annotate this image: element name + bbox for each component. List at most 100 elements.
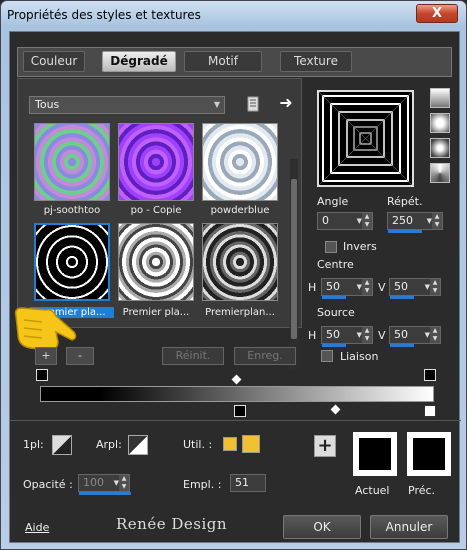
save-gradient-button[interactable]: Enreg. xyxy=(234,347,296,365)
spin-arrows-icon[interactable]: ▲ ▼ xyxy=(430,327,440,343)
current-color-box[interactable] xyxy=(353,432,397,476)
ok-button[interactable]: OK xyxy=(283,515,361,539)
midpoint-marker-bottom[interactable] xyxy=(330,404,341,415)
location-input[interactable]: 51 xyxy=(230,474,266,492)
gradient-preview xyxy=(317,90,414,187)
center-v-label: V xyxy=(378,281,386,294)
add-swatch-button[interactable]: + xyxy=(314,435,336,457)
thumbnail-pj-soothtoo[interactable] xyxy=(34,123,110,201)
window-title: Propriétés des styles et textures xyxy=(7,8,201,22)
location-value: 51 xyxy=(235,476,249,489)
util-label: Util. : xyxy=(183,438,213,451)
color-swatch[interactable] xyxy=(242,435,260,453)
thumbnail-premierplan-3[interactable] xyxy=(202,223,278,301)
scrollbar-thumb[interactable] xyxy=(291,179,297,339)
spin-arrows-icon[interactable]: ▲ ▼ xyxy=(432,213,442,229)
library-scrollbar[interactable] xyxy=(290,159,298,369)
source-v-input[interactable]: 50 ▼ ▲ ▼ xyxy=(389,326,441,347)
remove-stop-button[interactable]: - xyxy=(66,347,94,365)
link-checkbox[interactable] xyxy=(321,350,333,362)
source-v-value: 50 xyxy=(394,328,408,341)
arrow-right-icon[interactable]: ➜ xyxy=(277,94,295,112)
tab-texture[interactable]: Texture xyxy=(280,51,352,72)
thumbnail-powderblue[interactable] xyxy=(202,123,278,201)
opacity-level-bar xyxy=(79,492,131,495)
repeat-value: 250 xyxy=(392,214,413,227)
source-h-level-bar xyxy=(322,344,346,347)
gradient-stop-start[interactable] xyxy=(36,369,48,381)
close-button[interactable]: X xyxy=(416,4,458,23)
angle-input[interactable]: 0 ▼ ▲ ▼ xyxy=(317,212,373,230)
repeat-label: Répét. xyxy=(387,195,423,208)
spin-arrows-icon[interactable]: ▲ ▼ xyxy=(362,327,372,343)
spin-arrows-icon[interactable]: ▲ ▼ xyxy=(430,279,440,295)
tab-bar: Couleur Dégradé Motif Texture xyxy=(17,47,452,77)
cancel-button[interactable]: Annuler xyxy=(370,515,448,539)
tab-degrade[interactable]: Dégradé xyxy=(102,51,176,72)
center-h-label: H xyxy=(308,281,317,294)
tab-couleur[interactable]: Couleur xyxy=(23,51,85,72)
watermark-logo: Renée Design xyxy=(116,515,228,533)
back-plane-icon[interactable] xyxy=(128,435,148,455)
linear-style-icon[interactable] xyxy=(430,88,450,108)
thumbnail-premier-plan-2[interactable] xyxy=(118,223,194,301)
resource-manager-icon[interactable] xyxy=(246,96,260,112)
midpoint-marker-top[interactable] xyxy=(231,374,242,385)
color-swatch-small[interactable] xyxy=(223,437,237,451)
title-bar: Propriétés des styles et textures X xyxy=(1,1,466,31)
thumbnail-po-copie[interactable] xyxy=(118,123,194,201)
center-label: Centre xyxy=(317,258,354,271)
radial-style-icon[interactable] xyxy=(430,138,450,158)
category-dropdown-value: Tous xyxy=(35,98,60,111)
location-label: Empl. : xyxy=(183,478,222,491)
angle-value: 0 xyxy=(322,214,329,227)
gradient-library-panel: Tous ▼ ➜ pj-soothtoo po - Copie powderbl… xyxy=(17,78,302,369)
source-label: Source xyxy=(317,306,355,319)
previous-label: Préc. xyxy=(408,484,436,497)
center-v-level-bar xyxy=(390,296,414,299)
gradient-stop-middle[interactable] xyxy=(234,405,246,417)
repeat-input[interactable]: 250 ▼ ▲ ▼ xyxy=(387,212,443,233)
gradient-bar[interactable] xyxy=(40,386,434,402)
previous-color-box[interactable] xyxy=(407,432,451,476)
category-dropdown[interactable]: Tous ▼ xyxy=(29,96,225,114)
opacity-value: 100 xyxy=(83,476,104,489)
help-link[interactable]: Aide xyxy=(25,521,49,534)
center-h-input[interactable]: 50 ▼ ▲ ▼ xyxy=(321,278,373,299)
invert-label: Invers xyxy=(343,240,377,253)
divider xyxy=(10,420,461,421)
dialog-client-area: Couleur Dégradé Motif Texture Tous ▼ ➜ p… xyxy=(9,31,461,543)
thumbnail-label: po - Copie xyxy=(130,205,182,216)
source-v-level-bar xyxy=(390,344,414,347)
spin-arrows-icon[interactable]: ▲ ▼ xyxy=(362,279,372,295)
gradient-stop-end-top[interactable] xyxy=(424,369,436,381)
gradient-stop-end[interactable] xyxy=(424,405,436,417)
current-label: Actuel xyxy=(355,484,390,497)
spin-arrows-icon[interactable]: ▲ ▼ xyxy=(362,213,372,229)
opacity-label: Opacité : xyxy=(23,478,73,491)
source-h-label: H xyxy=(308,329,317,342)
sunburst-style-icon[interactable] xyxy=(430,163,450,183)
gradient-preview-image xyxy=(318,91,413,186)
thumbnail-premier-plan-selected[interactable] xyxy=(34,223,110,301)
thumbnail-label: Premier pla... xyxy=(122,307,190,318)
link-label: Liaison xyxy=(340,350,379,363)
source-v-label: V xyxy=(378,329,386,342)
tab-motif[interactable]: Motif xyxy=(184,51,262,72)
source-h-input[interactable]: 50 ▼ ▲ ▼ xyxy=(321,326,373,347)
first-plane-icon[interactable] xyxy=(52,435,72,455)
reset-button[interactable]: Réinit. xyxy=(162,347,224,365)
center-h-level-bar xyxy=(322,296,346,299)
center-v-input[interactable]: 50 ▼ ▲ ▼ xyxy=(389,278,441,299)
chevron-down-icon: ▼ xyxy=(213,100,220,109)
rectangular-style-icon[interactable] xyxy=(430,113,450,133)
opacity-input[interactable]: 100 ▼ ▲ ▼ xyxy=(78,474,131,495)
thumbnail-label: powderblue xyxy=(210,205,270,216)
repeat-level-bar xyxy=(388,230,422,233)
first-plane-label: 1pl: xyxy=(23,438,44,451)
source-h-value: 50 xyxy=(326,328,340,341)
add-stop-button[interactable]: + xyxy=(35,347,57,365)
spin-arrows-icon[interactable]: ▲ ▼ xyxy=(119,475,129,491)
thumbnail-label: Premierplan... xyxy=(205,307,275,318)
invert-checkbox[interactable] xyxy=(325,241,337,253)
